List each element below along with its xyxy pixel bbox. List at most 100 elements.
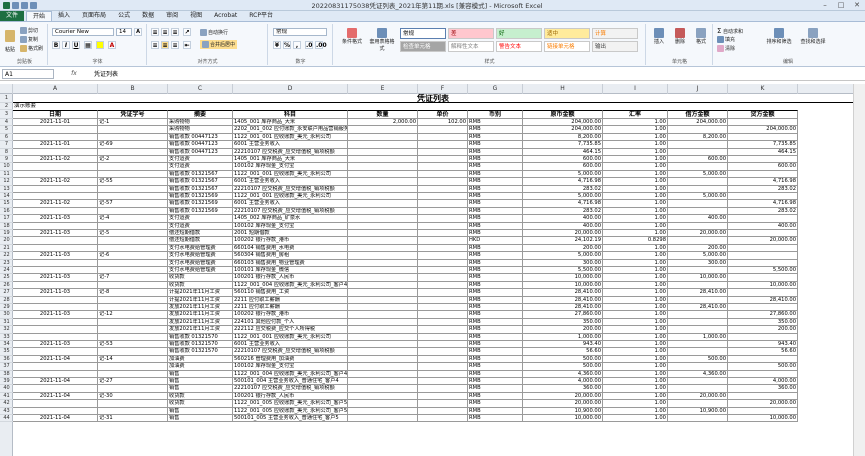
table-cell[interactable] [348,415,418,423]
table-cell[interactable] [348,244,418,253]
table-cell[interactable] [13,407,98,415]
table-cell[interactable] [418,318,468,327]
table-cell[interactable] [348,207,418,216]
table-cell[interactable] [418,252,468,260]
close-icon[interactable]: ✕ [849,0,865,10]
row-header[interactable]: 37 [0,363,13,371]
table-cell[interactable]: 支付运费 [168,156,233,164]
table-cell[interactable]: 记-7 [98,274,168,282]
row-header[interactable]: 3 [0,110,13,119]
table-cell[interactable]: RMB [468,200,523,208]
table-cell[interactable]: 加油费 [168,355,233,364]
table-cell[interactable] [418,237,468,245]
align-center-icon[interactable]: ≡ [161,41,169,49]
table-cell[interactable]: 360.00 [523,385,603,393]
table-cell[interactable]: 100202 银行存款_港币 [233,311,348,319]
table-cell[interactable] [98,148,168,156]
table-cell[interactable]: 4,716.98 [523,200,603,208]
table-cell[interactable]: 4,716.98 [728,200,798,208]
table-cell[interactable]: 100101 库存现金_微信 [233,267,348,275]
cell-style-1[interactable]: 差 [448,28,494,39]
row-header[interactable]: 18 [0,223,13,230]
table-cell[interactable] [13,333,98,341]
table-cell[interactable] [418,178,468,186]
table-cell[interactable] [728,193,798,201]
format-cells-button[interactable]: 格式 [691,28,711,45]
table-cell[interactable] [348,163,418,171]
row-header[interactable]: 16 [0,208,13,216]
table-cell[interactable] [728,170,798,179]
table-cell[interactable]: 10,900.00 [668,407,728,415]
table-cell[interactable]: 20,000.00 [728,400,798,408]
table-cell[interactable] [348,133,418,142]
table-cell[interactable]: 销售收款 01321570 [168,348,233,356]
table-cell[interactable]: 记-53 [98,341,168,349]
underline-button[interactable]: U [72,41,80,49]
table-cell[interactable]: 283.02 [523,185,603,193]
table-cell[interactable]: 28,410.00 [668,304,728,312]
align-middle-icon[interactable]: ≡ [161,28,169,36]
table-cell[interactable]: 4,000.00 [523,378,603,386]
table-cell[interactable]: 200.00 [523,326,603,334]
table-cell[interactable] [728,407,798,415]
table-cell[interactable] [728,244,798,253]
table-cell[interactable]: 记-31 [98,415,168,423]
row-header[interactable]: 5 [0,126,13,134]
row-header[interactable]: 14 [0,193,13,201]
row-header[interactable]: 35 [0,348,13,356]
align-bottom-icon[interactable]: ≡ [171,28,179,36]
table-cell[interactable]: 8,200.00 [668,133,728,142]
table-cell[interactable]: 283.02 [728,207,798,216]
table-cell[interactable]: 100102 库存现金_支付宝 [233,363,348,371]
table-cell[interactable] [668,237,728,245]
row-header[interactable]: 9 [0,156,13,164]
table-cell[interactable]: 2021-11-01 [13,119,98,127]
table-cell[interactable]: 100201 银行存款_人民币 [233,274,348,282]
table-cell[interactable]: 1.00 [603,311,668,319]
table-cell[interactable]: RMB [468,385,523,393]
table-cell[interactable]: 记-12 [98,311,168,319]
table-cell[interactable]: 2021-11-03 [13,215,98,223]
table-cell[interactable]: 1.00 [603,244,668,253]
table-cell[interactable]: 1.00 [603,407,668,415]
table-cell[interactable] [668,267,728,275]
redo-icon[interactable] [30,1,37,9]
table-cell[interactable] [13,244,98,253]
table-cell[interactable] [348,215,418,223]
table-cell[interactable]: 1.00 [603,304,668,312]
table-cell[interactable] [13,281,98,290]
table-cell[interactable]: 1.00 [603,348,668,356]
column-title[interactable]: 单价 [418,110,468,119]
table-cell[interactable] [668,318,728,327]
table-cell[interactable] [348,318,418,327]
table-cell[interactable] [668,296,728,304]
table-cell[interactable]: 560110 销售费用_工资 [233,289,348,297]
table-cell[interactable]: 8,200.00 [523,133,603,142]
table-cell[interactable] [418,296,468,304]
row-header[interactable]: 39 [0,378,13,386]
table-cell[interactable] [13,318,98,327]
table-cell[interactable] [418,244,468,253]
table-cell[interactable]: 支付水电费给管理费 [168,244,233,253]
table-cell[interactable]: 204,000.00 [728,126,798,134]
table-cell[interactable]: 2021-11-03 [13,252,98,260]
table-cell[interactable]: RMB [468,185,523,193]
table-cell[interactable] [348,407,418,415]
table-cell[interactable]: 22210107 应交税费_应交增值税_销项税额 [233,185,348,193]
font-name-select[interactable]: Courier New [52,28,114,36]
table-cell[interactable]: 2021-11-03 [13,311,98,319]
table-cell[interactable]: 1.00 [603,156,668,164]
table-cell[interactable]: 28,410.00 [523,296,603,304]
table-cell[interactable]: 1.00 [603,370,668,378]
table-cell[interactable]: RMB [468,370,523,378]
table-cell[interactable]: 支付水电费给管理费 [168,252,233,260]
column-header-B[interactable]: B [98,84,168,94]
table-cell[interactable] [348,370,418,378]
table-cell[interactable] [668,126,728,134]
tab-1[interactable]: 开始 [26,11,53,21]
table-cell[interactable] [668,326,728,334]
table-cell[interactable]: 采购物物 [168,119,233,127]
table-cell[interactable]: 1.00 [603,415,668,423]
table-cell[interactable]: 1.00 [603,385,668,393]
cell-style-7[interactable]: 警告文本 [496,41,542,52]
